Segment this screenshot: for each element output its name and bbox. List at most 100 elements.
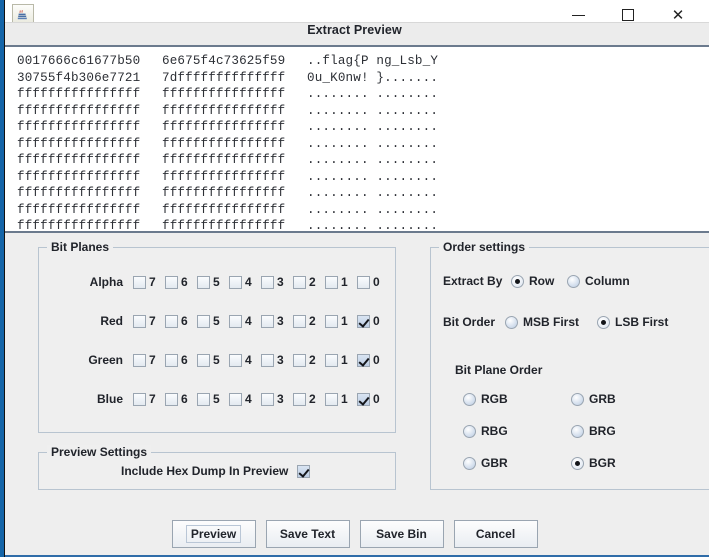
checkbox-blue-bit-6[interactable] — [165, 392, 178, 406]
radio-indicator — [511, 274, 524, 288]
ascii-column: ........ ........ — [307, 87, 439, 101]
checkbox-green-bit-0[interactable] — [357, 353, 370, 367]
bit-number-label: 2 — [309, 392, 316, 406]
bit-number-label: 0 — [373, 353, 380, 367]
bit-number-label: 2 — [309, 353, 316, 367]
radio-bit-plane-order-brg[interactable]: BRG — [571, 424, 679, 438]
bit-cell-alpha-3: 3 — [261, 275, 293, 289]
checkbox-green-bit-5[interactable] — [197, 353, 210, 367]
checkbox-blue-bit-2[interactable] — [293, 392, 306, 406]
ascii-column: ..flag{P ng_Lsb_Y — [307, 54, 439, 68]
checkbox-green-bit-3[interactable] — [261, 353, 274, 367]
bit-cell-blue-6: 6 — [165, 392, 197, 406]
bit-cell-alpha-1: 1 — [325, 275, 357, 289]
hex-column-2: ffffffffffffffff — [162, 202, 286, 217]
radio-extract-by-row[interactable]: Row — [511, 274, 554, 288]
bit-number-label: 6 — [181, 353, 188, 367]
bit-number-label: 5 — [213, 275, 220, 289]
save-bin-button[interactable]: Save Bin — [359, 520, 444, 548]
checkbox-red-bit-0[interactable] — [357, 314, 370, 328]
bit-cell-blue-4: 4 — [229, 392, 261, 406]
checkbox-green-bit-6[interactable] — [165, 353, 178, 367]
include-hex-dump-row[interactable]: Include Hex Dump In Preview — [121, 464, 311, 478]
bit-cell-red-4: 4 — [229, 314, 261, 328]
bit-cell-alpha-0: 0 — [357, 275, 389, 289]
hex-dump-rows: 0017666c61677b50 6e675f4c73625f59 ..flag{P… — [5, 47, 709, 231]
hex-column-2: ffffffffffffffff — [162, 186, 286, 200]
radio-bit-plane-order-rgb[interactable]: RGB — [463, 392, 571, 406]
page-title: Extract Preview — [307, 23, 402, 37]
bit-number-label: 2 — [309, 275, 316, 289]
checkbox-alpha-bit-0[interactable] — [357, 275, 370, 289]
hex-dump-line: ffffffffffffffff ffffffffffffffff........… — [17, 136, 709, 153]
ascii-column: ........ ........ — [307, 136, 439, 151]
checkbox-blue-bit-1[interactable] — [325, 392, 338, 406]
channel-label: Alpha — [89, 275, 123, 289]
bit-plane-order-group: RGB GRB RBG BRG GBR BGR — [463, 392, 693, 470]
radio-bit-plane-order-grb[interactable]: GRB — [571, 392, 679, 406]
checkbox-blue-bit-5[interactable] — [197, 392, 210, 406]
checkbox-alpha-bit-2[interactable] — [293, 275, 306, 289]
radio-extract-by-column[interactable]: Column — [567, 274, 630, 288]
cancel-button[interactable]: Cancel — [453, 520, 538, 548]
checkbox-alpha-bit-5[interactable] — [197, 275, 210, 289]
checkbox-green-bit-1[interactable] — [325, 353, 338, 367]
checkbox-alpha-bit-1[interactable] — [325, 275, 338, 289]
bit-number-label: 4 — [245, 314, 252, 328]
radio-bit-order-msb-first[interactable]: MSB First — [505, 315, 579, 329]
checkbox-green-bit-4[interactable] — [229, 353, 242, 367]
checkbox-red-bit-4[interactable] — [229, 314, 242, 328]
hex-column-2: ffffffffffffffff — [162, 120, 286, 134]
radio-bit-plane-order-gbr[interactable]: GBR — [463, 456, 571, 470]
checkbox-alpha-bit-4[interactable] — [229, 275, 242, 289]
checkbox-blue-bit-3[interactable] — [261, 392, 274, 406]
hex-column-1: ffffffffffffffff — [17, 153, 141, 167]
channel-label: Red — [100, 314, 123, 328]
checkbox-red-bit-2[interactable] — [293, 314, 306, 328]
radio-indicator — [463, 424, 476, 438]
hex-dump-line: ffffffffffffffff ffffffffffffffff........… — [17, 218, 709, 231]
hex-dump-text-area[interactable]: 0017666c61677b50 6e675f4c73625f59 ..flag{P… — [5, 45, 709, 233]
ascii-column: ........ ........ — [307, 202, 439, 217]
checkbox-red-bit-3[interactable] — [261, 314, 274, 328]
radio-bit-order-lsb-first[interactable]: LSB First — [597, 315, 668, 329]
checkbox-red-bit-5[interactable] — [197, 314, 210, 328]
checkbox-blue-bit-0[interactable] — [357, 392, 370, 406]
ascii-column: ........ ........ — [307, 186, 439, 200]
hex-column-2: ffffffffffffffff — [162, 103, 286, 118]
bit-planes-panel: Bit Planes Alpha 7 6 5 4 3 2 1 0 Red 7 6 5 4 3 2 1 0 Green… — [38, 240, 397, 433]
bit-cell-blue-7: 7 — [133, 392, 165, 406]
hex-dump-line: 0017666c61677b50 6e675f4c73625f59 ..flag{P… — [17, 53, 709, 70]
bit-cell-green-6: 6 — [165, 353, 197, 367]
checkbox-blue-bit-4[interactable] — [229, 392, 242, 406]
radio-label: RBG — [481, 424, 508, 438]
checkbox-blue-bit-7[interactable] — [133, 392, 146, 406]
checkbox-alpha-bit-7[interactable] — [133, 275, 146, 289]
hex-column-2: 6e675f4c73625f59 — [162, 54, 286, 68]
radio-bit-plane-order-bgr[interactable]: BGR — [571, 456, 679, 470]
save-text-button[interactable]: Save Text — [265, 520, 350, 548]
hex-column-2: ffffffffffffffff — [162, 87, 286, 101]
radio-label: GBR — [481, 456, 508, 470]
preview-button[interactable]: Preview — [171, 520, 256, 548]
bit-cell-blue-5: 5 — [197, 392, 229, 406]
checkbox-alpha-bit-3[interactable] — [261, 275, 274, 289]
radio-indicator — [463, 456, 476, 470]
checkbox-alpha-bit-6[interactable] — [165, 275, 178, 289]
bit-plane-row-red: Red 7 6 5 4 3 2 1 0 — [39, 309, 397, 333]
hex-dump-line: ffffffffffffffff ffffffffffffffff........… — [17, 152, 709, 169]
checkbox-green-bit-7[interactable] — [133, 353, 146, 367]
bit-cell-green-1: 1 — [325, 353, 357, 367]
bit-cell-red-0: 0 — [357, 314, 389, 328]
radio-bit-plane-order-rbg[interactable]: RBG — [463, 424, 571, 438]
bit-cell-blue-0: 0 — [357, 392, 389, 406]
include-hex-dump-label: Include Hex Dump In Preview — [121, 464, 289, 478]
hex-column-2: ffffffffffffffff — [162, 169, 286, 184]
checkbox-red-bit-6[interactable] — [165, 314, 178, 328]
bit-number-label: 6 — [181, 392, 188, 406]
checkbox-green-bit-2[interactable] — [293, 353, 306, 367]
include-hex-dump-checkbox[interactable] — [297, 464, 311, 478]
checkbox-red-bit-7[interactable] — [133, 314, 146, 328]
checkbox-red-bit-1[interactable] — [325, 314, 338, 328]
bit-cell-red-1: 1 — [325, 314, 357, 328]
